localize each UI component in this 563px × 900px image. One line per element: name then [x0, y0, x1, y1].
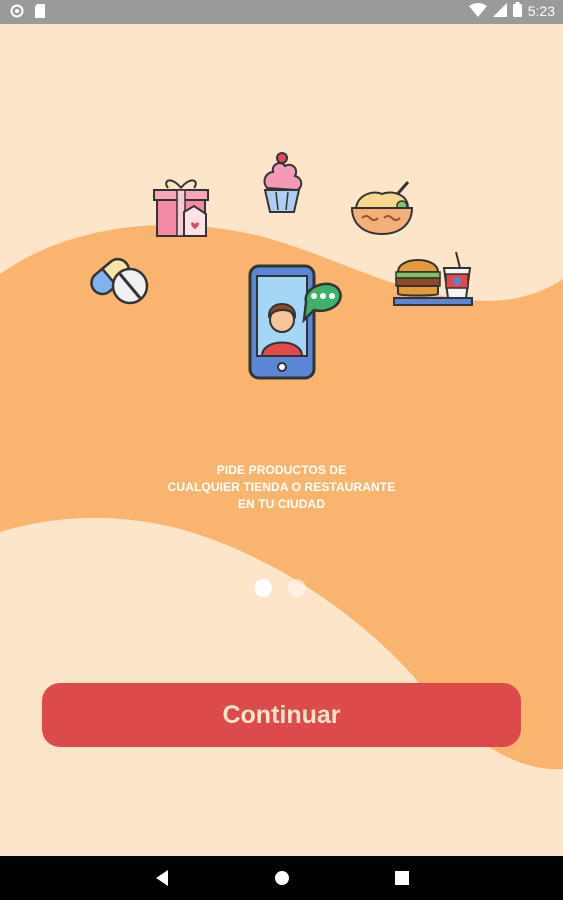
burger-drink-icon [392, 248, 474, 313]
battery-icon [512, 2, 522, 20]
food-bowl-icon [350, 180, 414, 243]
notification-circle-icon [10, 4, 24, 23]
wifi-icon [468, 2, 487, 20]
page-dot-active[interactable] [254, 579, 272, 597]
page-indicator [254, 579, 306, 597]
home-icon[interactable] [270, 866, 294, 890]
status-bar: 5:23 [0, 0, 563, 24]
caption-line: EN TU CIUDAD [237, 497, 326, 511]
sd-card-icon [34, 4, 46, 23]
gift-icon [150, 176, 212, 245]
page-dot[interactable] [288, 579, 306, 597]
back-icon[interactable] [150, 866, 174, 890]
pills-icon [88, 250, 152, 311]
navigation-bar [0, 856, 563, 900]
caption-line: PIDE PRODUCTOS DE [216, 463, 347, 477]
continue-button[interactable]: Continuar [42, 683, 521, 747]
signal-icon [492, 2, 507, 20]
caption-line: CUALQUIER TIENDA O RESTAURANTE [167, 480, 396, 494]
onboarding-caption: PIDE PRODUCTOS DE CUALQUIER TIENDA O RES… [0, 462, 563, 513]
phone-chat-icon [246, 264, 346, 385]
status-time: 5:23 [527, 3, 555, 19]
recents-icon[interactable] [390, 866, 414, 890]
cupcake-icon [259, 150, 305, 219]
